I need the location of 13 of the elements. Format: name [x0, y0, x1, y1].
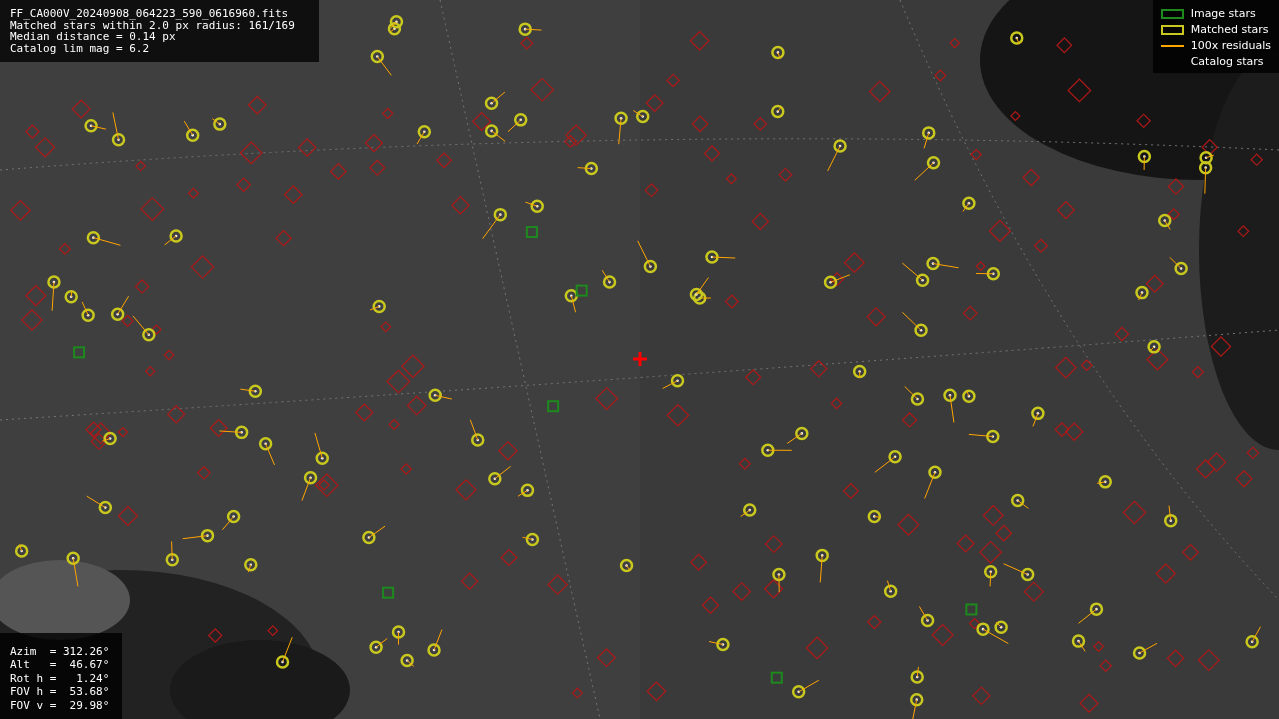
legend-label: 100x residuals: [1190, 39, 1271, 52]
info-line: Median distance = 0.14 px: [10, 31, 176, 43]
info-line: FF_CA000V_20240908_064223_590_0616960.fits: [10, 8, 290, 20]
pointing-line: Rot h = 1.24°: [10, 672, 111, 684]
pointing-line: Alt = 46.67°: [10, 659, 111, 671]
pointing-line: Azim = 312.26°: [10, 645, 111, 657]
pointing-line: FOV h = 53.68°: [10, 686, 111, 698]
info-line: Catalog lim mag = 6.2: [10, 42, 151, 54]
info-line: Matched stars within 2.0 px radius: 161/169: [10, 19, 296, 31]
legend-label: Catalog stars: [1190, 55, 1264, 68]
legend-label: Matched stars: [1190, 23, 1269, 36]
legend-label: Image stars: [1190, 7, 1256, 20]
pointing-line: FOV v = 29.98°: [10, 699, 111, 711]
